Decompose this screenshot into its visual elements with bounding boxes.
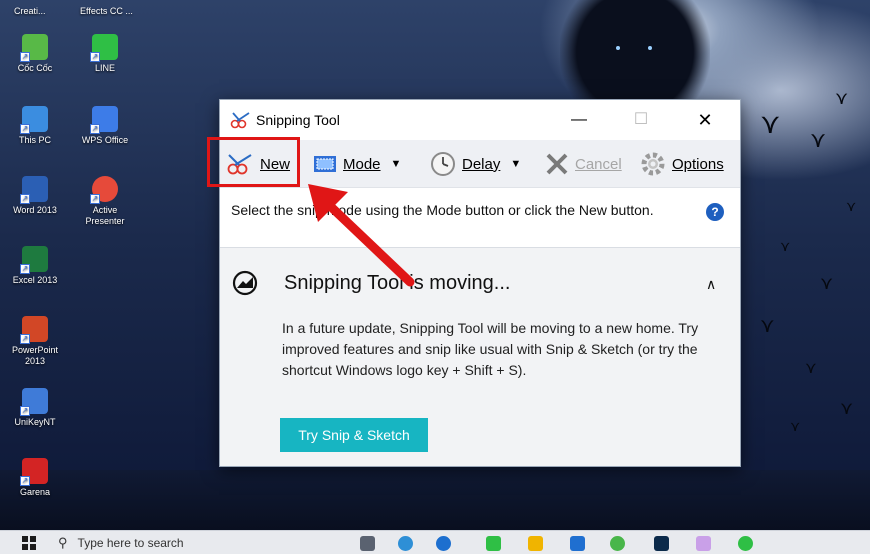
wallpaper-eye <box>616 46 620 50</box>
desktop-icon-excel[interactable]: ↗ Excel 2013 <box>4 246 66 286</box>
desktop-icon-label: Excel 2013 <box>12 275 58 285</box>
photoshop-icon[interactable] <box>654 536 669 551</box>
clock-icon <box>431 152 455 176</box>
garena-icon: ↗ <box>20 458 48 486</box>
close-button[interactable]: ✕ <box>682 106 728 134</box>
desktop-label-top: Creati... <box>14 6 46 16</box>
desktop-icon-label: Garena <box>19 487 51 497</box>
bird-icon: ⋎ <box>835 88 849 109</box>
desktop-icon-label: Cốc Cốc <box>17 63 53 73</box>
bird-icon: ⋎ <box>820 273 834 294</box>
bird-icon: ⋎ <box>810 128 827 153</box>
bird-icon: ⋎ <box>760 313 775 337</box>
line-taskbar-icon[interactable] <box>486 536 501 551</box>
scissors-icon <box>230 112 250 129</box>
moving-notice-panel: Snipping Tool is moving... ∧ In a future… <box>220 248 740 466</box>
chevron-down-icon: ▼ <box>510 158 522 170</box>
cancel-button-label: Cancel <box>575 155 622 173</box>
maximize-button[interactable]: ☐ <box>618 106 664 134</box>
chevron-down-icon: ▼ <box>390 158 402 170</box>
coccoc-taskbar-icon[interactable] <box>398 536 413 551</box>
window-title: Snipping Tool <box>256 112 340 128</box>
bird-icon: ⋎ <box>780 239 791 255</box>
line-alt-taskbar-icon[interactable] <box>738 536 753 551</box>
help-icon[interactable]: ? <box>706 203 724 221</box>
paint-icon[interactable] <box>696 536 711 551</box>
title-bar[interactable]: Snipping Tool — ☐ ✕ <box>220 100 740 140</box>
coccoc-alt-taskbar-icon[interactable] <box>610 536 625 551</box>
desktop-icon-active-presenter[interactable]: ↗ Active Presenter <box>74 176 136 227</box>
bird-icon: ⋎ <box>805 358 817 377</box>
active-presenter-icon: ↗ <box>90 176 118 204</box>
search-icon: ⚲ <box>58 535 68 550</box>
desktop-icon-label: LINE <box>94 63 115 73</box>
windows-start-icon[interactable] <box>22 536 36 550</box>
unikey-icon: ↗ <box>20 388 48 416</box>
minimize-button[interactable]: — <box>556 106 602 134</box>
word-icon: ↗ <box>20 176 48 204</box>
highlight-box <box>207 137 300 187</box>
excel-icon: ↗ <box>20 246 48 274</box>
wallpaper-eye <box>648 46 652 50</box>
task-view-icon[interactable] <box>360 536 375 551</box>
collapse-icon[interactable]: ∧ <box>706 276 716 293</box>
desktop-icon-this-pc[interactable]: ↗ This PC <box>4 106 66 146</box>
try-snip-sketch-button[interactable]: Try Snip & Sketch <box>280 418 428 452</box>
desktop-icon-label: Active Presenter <box>85 205 125 226</box>
cancel-x-icon <box>546 153 568 175</box>
wallpaper-ground <box>0 470 870 530</box>
bird-icon: ⋎ <box>760 107 781 140</box>
taskbar-search-box[interactable]: ⚲ Type here to search <box>48 531 348 554</box>
wps-office-icon: ↗ <box>90 106 118 134</box>
bird-icon: ⋎ <box>840 398 854 419</box>
desktop-icon-garena[interactable]: ↗ Garena <box>4 458 66 498</box>
coccoc-icon: ↗ <box>20 34 48 62</box>
delay-button-label: Delay <box>462 155 501 173</box>
bird-icon: ⋎ <box>790 419 801 435</box>
desktop-icon-label: This PC <box>18 135 51 145</box>
computer-icon: ↗ <box>20 106 48 134</box>
mail-icon[interactable] <box>570 536 585 551</box>
desktop-icon-wps-office[interactable]: ↗ WPS Office <box>74 106 136 146</box>
arrow-icon <box>308 184 415 287</box>
bird-icon: ⋎ <box>846 199 857 215</box>
file-explorer-icon[interactable] <box>528 536 543 551</box>
powerpoint-icon: ↗ <box>20 316 48 344</box>
rectangle-mode-icon <box>314 156 336 172</box>
desktop-label-top: Effects CC ... <box>80 6 133 16</box>
mode-button[interactable]: Mode ▼ <box>313 151 401 177</box>
desktop-icon-label: UniKeyNT <box>14 417 56 427</box>
options-button-label: Options <box>672 155 724 173</box>
desktop-icon-label: WPS Office <box>81 135 129 145</box>
cancel-button[interactable]: Cancel <box>545 151 622 177</box>
delay-button[interactable]: Delay ▼ <box>430 151 521 177</box>
desktop-icon-label: PowerPoint 2013 <box>11 345 59 366</box>
options-button[interactable]: Options <box>640 151 724 177</box>
desktop-icon-label: Word 2013 <box>13 205 57 215</box>
gear-icon <box>641 152 665 176</box>
search-placeholder: Type here to search <box>77 536 184 550</box>
notice-body: In a future update, Snipping Tool will b… <box>282 320 699 378</box>
taskbar: ⚲ Type here to search <box>0 530 870 554</box>
mode-button-label: Mode <box>343 155 381 173</box>
desktop-icon-unikey[interactable]: ↗ UniKeyNT <box>4 388 66 428</box>
snip-sketch-icon <box>232 270 258 296</box>
line-icon: ↗ <box>90 34 118 62</box>
desktop-icon-word[interactable]: ↗ Word 2013 <box>4 176 66 216</box>
edge-icon[interactable] <box>436 536 451 551</box>
desktop-icon-line[interactable]: ↗ LINE <box>74 34 136 74</box>
desktop-icon-coccoc[interactable]: ↗ Cốc Cốc <box>4 34 66 74</box>
desktop-icon-powerpoint[interactable]: ↗ PowerPoint 2013 <box>4 316 66 367</box>
